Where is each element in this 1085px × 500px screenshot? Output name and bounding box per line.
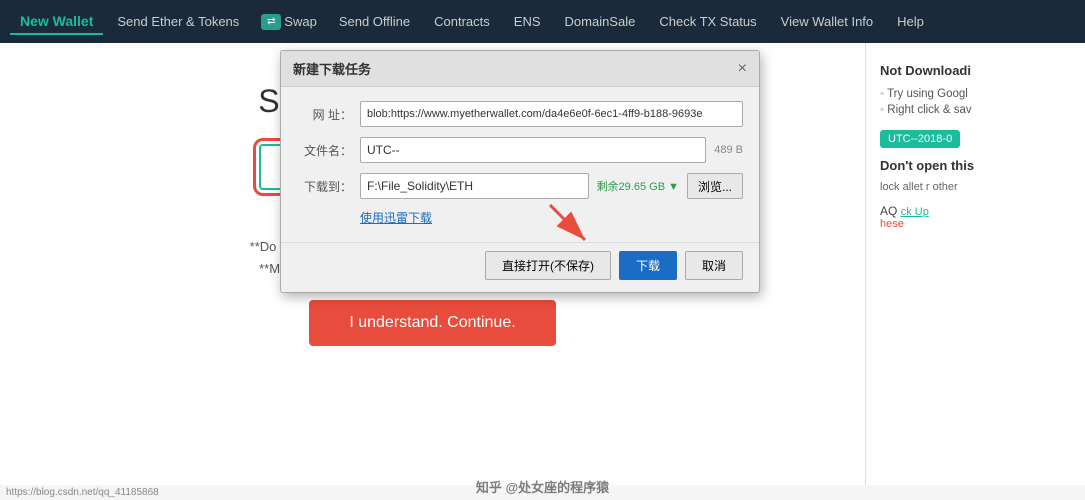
- aq-label: AQ: [880, 204, 897, 218]
- continue-button[interactable]: I understand. Continue.: [309, 300, 555, 346]
- cancel-button[interactable]: 取消: [685, 251, 743, 280]
- navbar: New Wallet Send Ether & Tokens ⇄ Swap Se…: [0, 0, 1085, 43]
- nav-item-send-ether[interactable]: Send Ether & Tokens: [107, 10, 249, 33]
- swap-label: Swap: [284, 14, 317, 29]
- nav-item-new-wallet[interactable]: New Wallet: [10, 9, 103, 35]
- storage-info: 剩余29.65 GB ▼: [597, 178, 679, 194]
- url-row: 网 址：: [297, 101, 743, 127]
- not-downloading-title: Not Downloadi: [880, 63, 1071, 78]
- download-dialog: 新建下载任务 × 网 址： 文件名： 489 B 下载到： 剩余29.65 GB…: [280, 50, 760, 293]
- tip-2: Right click & sav: [880, 102, 1071, 118]
- dialog-title: 新建下载任务: [293, 59, 371, 78]
- filename-row: 文件名： 489 B: [297, 137, 743, 163]
- nav-item-ens[interactable]: ENS: [504, 10, 551, 33]
- thunder-link-row: 使用迅雷下载: [297, 209, 743, 226]
- tips-list: Try using Googl Right click & sav: [880, 86, 1071, 118]
- dialog-close-button[interactable]: ×: [738, 61, 747, 77]
- arrow-indicator: [540, 195, 600, 260]
- browse-button[interactable]: 浏览...: [687, 173, 743, 199]
- nav-item-help[interactable]: Help: [887, 10, 934, 33]
- nav-item-view-wallet-info[interactable]: View Wallet Info: [771, 10, 884, 33]
- dialog-footer: 直接打开(不保存) 下载 取消: [281, 242, 759, 292]
- thunder-link[interactable]: 使用迅雷下载: [360, 211, 432, 225]
- dialog-header: 新建下载任务 ×: [281, 51, 759, 87]
- filename-input[interactable]: [360, 137, 706, 163]
- nav-item-check-tx-status[interactable]: Check TX Status: [649, 10, 766, 33]
- url-input[interactable]: [360, 101, 743, 127]
- aq-link[interactable]: ck Up: [901, 206, 929, 218]
- red-text: hese: [880, 218, 1071, 230]
- file-size: 489 B: [714, 144, 743, 156]
- utc-badge: UTC--2018-0: [880, 130, 960, 148]
- url-label: 网 址：: [297, 106, 352, 123]
- filename-label: 文件名：: [297, 142, 352, 159]
- nav-item-contracts[interactable]: Contracts: [424, 10, 500, 33]
- nav-item-send-offline[interactable]: Send Offline: [329, 10, 420, 33]
- dont-open-title: Don't open this: [880, 158, 1071, 173]
- right-text-block: lock allet r other: [880, 179, 1071, 196]
- swap-icon: ⇄: [261, 14, 281, 30]
- watermark: 知乎 @处女座的程序猿: [476, 477, 609, 496]
- nav-item-domain-sale[interactable]: DomainSale: [555, 10, 646, 33]
- dialog-body: 网 址： 文件名： 489 B 下载到： 剩余29.65 GB ▼ 浏览... …: [281, 87, 759, 236]
- tip-1: Try using Googl: [880, 86, 1071, 102]
- location-label: 下载到：: [297, 178, 352, 195]
- download-button[interactable]: 下载: [619, 251, 677, 280]
- nav-item-swap[interactable]: ⇄ Swap: [253, 10, 325, 34]
- location-row: 下载到： 剩余29.65 GB ▼ 浏览...: [297, 173, 743, 199]
- right-panel: Not Downloadi Try using Googl Right clic…: [865, 43, 1085, 500]
